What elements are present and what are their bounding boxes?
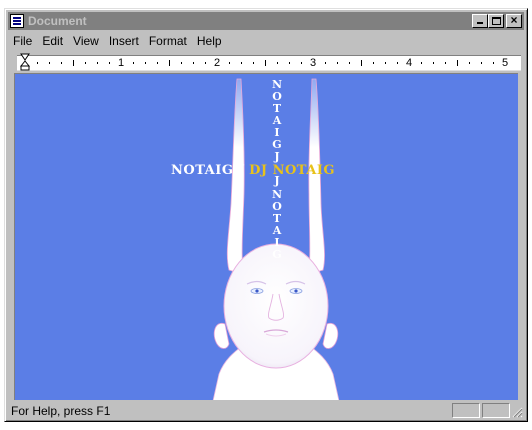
ruler-tick [421, 62, 422, 64]
head [223, 243, 329, 369]
ruler-tick [109, 62, 110, 64]
ruler-tick [373, 62, 374, 64]
ruler-tick [229, 62, 230, 64]
ruler-tick [169, 60, 170, 66]
ruler-tick [277, 62, 278, 64]
ruler-tick [157, 62, 158, 64]
ruler-number: 1 [118, 57, 125, 69]
ruler-tick [61, 62, 62, 64]
ruler-tick [253, 62, 254, 64]
ruler-tick [37, 62, 38, 64]
ruler-tick [301, 62, 302, 64]
menu-format[interactable]: Format [144, 34, 192, 48]
vertical-letter: J [273, 174, 279, 187]
ruler-tick [433, 62, 434, 64]
menu-file[interactable]: File [8, 34, 37, 48]
ruler-strip: 1 2 3 4 5 [17, 55, 521, 71]
status-panel [482, 403, 510, 418]
ruler-tick [469, 62, 470, 64]
ruler-tick [445, 62, 446, 64]
ruler-tick [181, 62, 182, 64]
ruler-tick [265, 60, 266, 66]
ruler-number: 4 [406, 57, 413, 69]
ruler-tick [97, 62, 98, 64]
status-bar: For Help, press F1 [8, 402, 524, 419]
indent-marker-icon[interactable] [20, 53, 30, 71]
status-text: For Help, press F1 [11, 403, 111, 418]
ruler-tick [385, 62, 386, 64]
ruler-tick [205, 62, 206, 64]
ruler-tick [457, 60, 458, 66]
left-pupil [255, 289, 259, 293]
ruler-tick [397, 62, 398, 64]
ruler-tick [337, 62, 338, 64]
resize-grip-icon[interactable] [511, 406, 523, 418]
window-title: Document [28, 14, 87, 28]
maximize-button[interactable] [488, 14, 504, 28]
ruler-tick [193, 62, 194, 64]
close-button[interactable]: × [506, 13, 522, 28]
menu-edit[interactable]: Edit [37, 34, 68, 48]
ruler-number: 3 [310, 57, 317, 69]
ruler-tick [325, 62, 326, 64]
ruler-tick [241, 62, 242, 64]
ruler-tick [133, 62, 134, 64]
menu-view[interactable]: View [68, 34, 104, 48]
artwork-text-yellow: DJ NOTAIG [249, 163, 335, 178]
maximize-icon [492, 17, 501, 25]
minimize-icon [477, 22, 483, 24]
minimize-button[interactable] [472, 14, 488, 28]
ruler-number: 2 [214, 57, 221, 69]
ruler-tick [85, 62, 86, 64]
ruler-tick [289, 62, 290, 64]
ruler-number: 5 [502, 57, 509, 69]
right-pupil [294, 289, 298, 293]
document-artwork: NOTAIG J DJ NOTAIG N O T A I G J J N O T … [15, 74, 518, 400]
ruler-tick [73, 60, 74, 66]
ruler-tick [145, 62, 146, 64]
close-icon: × [510, 13, 518, 27]
menu-bar: File Edit View Insert Format Help [8, 32, 524, 50]
ruler-tick [349, 62, 350, 64]
vertical-letter: G [272, 248, 281, 261]
title-bar[interactable]: Document × [8, 12, 524, 30]
document-app-icon[interactable] [10, 14, 24, 28]
artwork-text-line: NOTAIG J DJ NOTAIG [171, 163, 335, 178]
ruler-tick [49, 62, 50, 64]
ruler-tick [481, 62, 482, 64]
artwork-text-white: NOTAIG J [171, 163, 245, 178]
vertical-letter: J [273, 150, 279, 163]
ruler-tick [493, 62, 494, 64]
document-area[interactable]: NOTAIG J DJ NOTAIG N O T A I G J J N O T … [14, 73, 518, 400]
ruler-tick [361, 60, 362, 66]
status-panel [452, 403, 480, 418]
app-window: Document × File Edit View Insert Format … [4, 8, 528, 422]
menu-insert[interactable]: Insert [104, 34, 144, 48]
ruler[interactable]: 1 2 3 4 5 [8, 52, 524, 72]
menu-help[interactable]: Help [192, 34, 227, 48]
